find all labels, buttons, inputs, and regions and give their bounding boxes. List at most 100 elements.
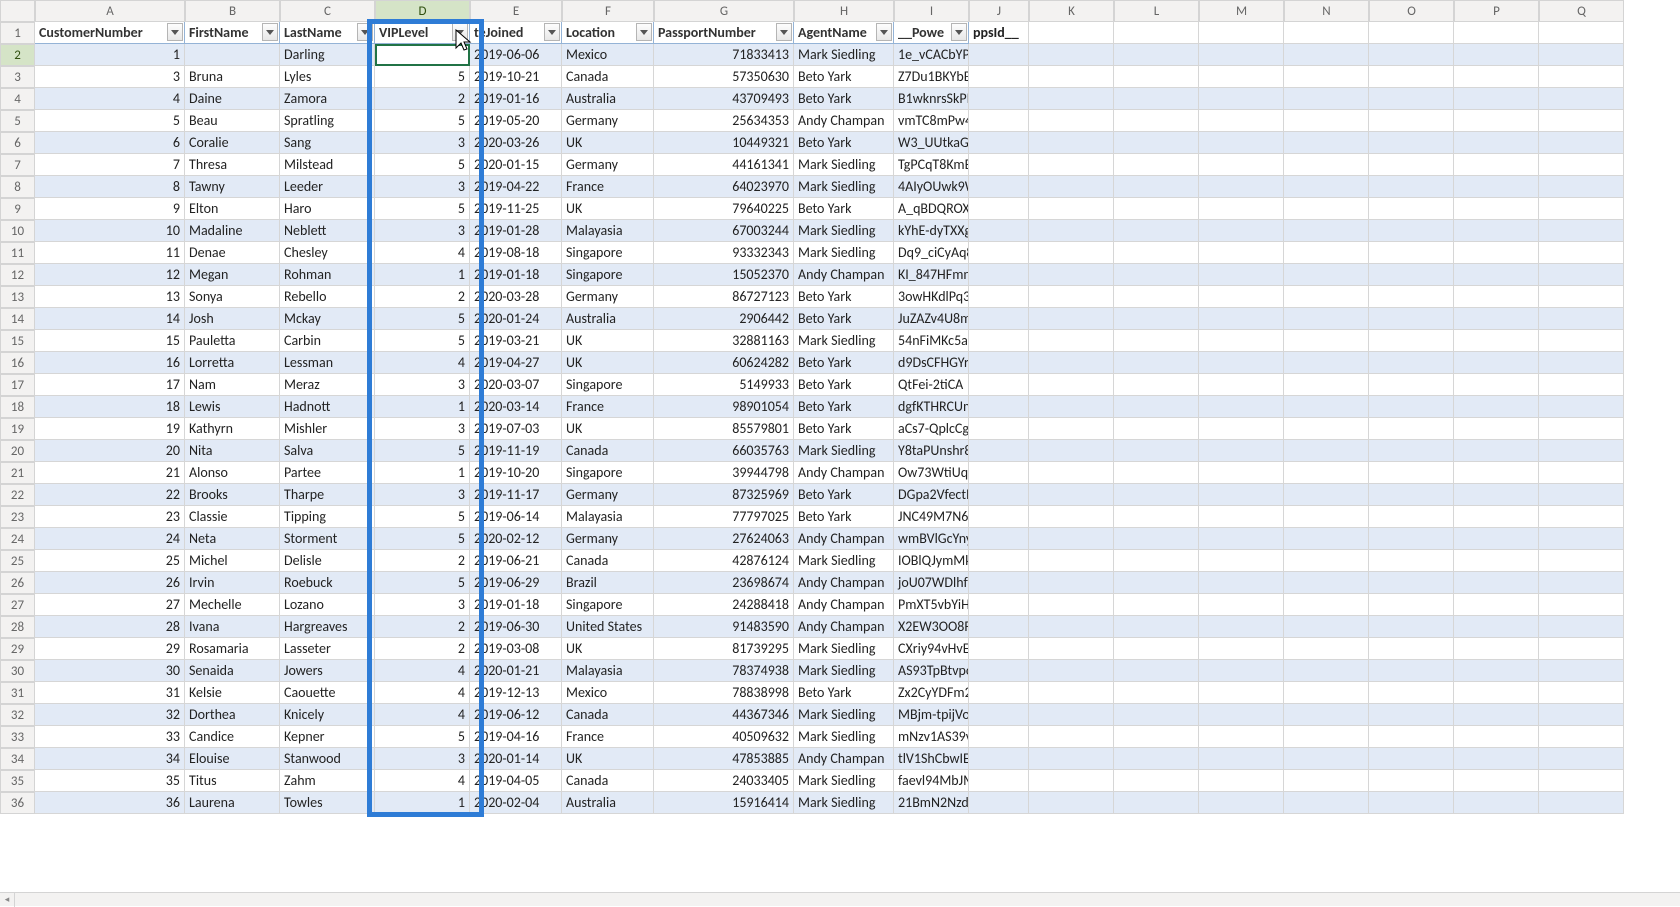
cell-M9[interactable] bbox=[1199, 198, 1284, 220]
cell-K5[interactable] bbox=[1029, 110, 1114, 132]
row-header-16[interactable]: 16 bbox=[0, 352, 35, 374]
filter-dropdown-icon[interactable] bbox=[452, 23, 468, 41]
column-header-I[interactable]: I bbox=[894, 0, 969, 22]
cell-L14[interactable] bbox=[1114, 308, 1199, 330]
cell-F8[interactable]: France bbox=[562, 176, 654, 198]
cell-Q22[interactable] bbox=[1539, 484, 1624, 506]
cell-N35[interactable] bbox=[1284, 770, 1369, 792]
cell-L10[interactable] bbox=[1114, 220, 1199, 242]
cell-E30[interactable]: 2020-01-21 bbox=[470, 660, 562, 682]
cell-P29[interactable] bbox=[1454, 638, 1539, 660]
cell-H17[interactable]: Beto Yark bbox=[794, 374, 894, 396]
cell-C10[interactable]: Neblett bbox=[280, 220, 375, 242]
cell-P4[interactable] bbox=[1454, 88, 1539, 110]
cell-K23[interactable] bbox=[1029, 506, 1114, 528]
cell-F33[interactable]: France bbox=[562, 726, 654, 748]
cell-H14[interactable]: Beto Yark bbox=[794, 308, 894, 330]
cell-M24[interactable] bbox=[1199, 528, 1284, 550]
cell-F19[interactable]: UK bbox=[562, 418, 654, 440]
cell-Q33[interactable] bbox=[1539, 726, 1624, 748]
cell-K22[interactable] bbox=[1029, 484, 1114, 506]
cell-Q16[interactable] bbox=[1539, 352, 1624, 374]
cell-I28[interactable]: X2EW3OO8FtM bbox=[894, 616, 969, 638]
cell-A21[interactable]: 21 bbox=[35, 462, 185, 484]
cell-D2[interactable] bbox=[375, 44, 470, 66]
cell-A27[interactable]: 27 bbox=[35, 594, 185, 616]
cell-M11[interactable] bbox=[1199, 242, 1284, 264]
cell-E29[interactable]: 2019-03-08 bbox=[470, 638, 562, 660]
column-header-D[interactable]: D bbox=[375, 0, 470, 22]
cell-I30[interactable]: AS93TpBtvpo bbox=[894, 660, 969, 682]
cell-D30[interactable]: 4 bbox=[375, 660, 470, 682]
cell-G9[interactable]: 79640225 bbox=[654, 198, 794, 220]
cell-E17[interactable]: 2020-03-07 bbox=[470, 374, 562, 396]
cell-C17[interactable]: Meraz bbox=[280, 374, 375, 396]
cell-Q25[interactable] bbox=[1539, 550, 1624, 572]
cell-A34[interactable]: 34 bbox=[35, 748, 185, 770]
cell-Q8[interactable] bbox=[1539, 176, 1624, 198]
cell-J33[interactable] bbox=[969, 726, 1029, 748]
cell-O18[interactable] bbox=[1369, 396, 1454, 418]
cell-E2[interactable]: 2019-06-06 bbox=[470, 44, 562, 66]
cell-G36[interactable]: 15916414 bbox=[654, 792, 794, 814]
cell-F13[interactable]: Germany bbox=[562, 286, 654, 308]
cell-A30[interactable]: 30 bbox=[35, 660, 185, 682]
cell-F17[interactable]: Singapore bbox=[562, 374, 654, 396]
cell-O24[interactable] bbox=[1369, 528, 1454, 550]
cell-C22[interactable]: Tharpe bbox=[280, 484, 375, 506]
cell-B9[interactable]: Elton bbox=[185, 198, 280, 220]
cell-D28[interactable]: 2 bbox=[375, 616, 470, 638]
cell-J36[interactable] bbox=[969, 792, 1029, 814]
cell-I25[interactable]: IOBlQJymMkY bbox=[894, 550, 969, 572]
cell-N27[interactable] bbox=[1284, 594, 1369, 616]
cell-F7[interactable]: Germany bbox=[562, 154, 654, 176]
cell-N8[interactable] bbox=[1284, 176, 1369, 198]
cell-I23[interactable]: JNC49M7N65M bbox=[894, 506, 969, 528]
cell-O23[interactable] bbox=[1369, 506, 1454, 528]
cell-P16[interactable] bbox=[1454, 352, 1539, 374]
cell-Q7[interactable] bbox=[1539, 154, 1624, 176]
cell-I35[interactable]: faevl94MbJM bbox=[894, 770, 969, 792]
cell-L2[interactable] bbox=[1114, 44, 1199, 66]
cell-K7[interactable] bbox=[1029, 154, 1114, 176]
cell-I4[interactable]: B1wknrsSkPI bbox=[894, 88, 969, 110]
row-header-10[interactable]: 10 bbox=[0, 220, 35, 242]
cell-B35[interactable]: Titus bbox=[185, 770, 280, 792]
cell-A13[interactable]: 13 bbox=[35, 286, 185, 308]
cell-K21[interactable] bbox=[1029, 462, 1114, 484]
cell-M17[interactable] bbox=[1199, 374, 1284, 396]
row-header-1[interactable]: 1 bbox=[0, 22, 35, 44]
cell-F35[interactable]: Canada bbox=[562, 770, 654, 792]
row-header-30[interactable]: 30 bbox=[0, 660, 35, 682]
cell-J26[interactable] bbox=[969, 572, 1029, 594]
cell-Q14[interactable] bbox=[1539, 308, 1624, 330]
cell-E4[interactable]: 2019-01-16 bbox=[470, 88, 562, 110]
cell-M23[interactable] bbox=[1199, 506, 1284, 528]
cell-Q32[interactable] bbox=[1539, 704, 1624, 726]
cell-B13[interactable]: Sonya bbox=[185, 286, 280, 308]
row-header-28[interactable]: 28 bbox=[0, 616, 35, 638]
cell-O6[interactable] bbox=[1369, 132, 1454, 154]
cell-F16[interactable]: UK bbox=[562, 352, 654, 374]
cell-I34[interactable]: tlV1ShCbwIE bbox=[894, 748, 969, 770]
cell-D33[interactable]: 5 bbox=[375, 726, 470, 748]
cell-M26[interactable] bbox=[1199, 572, 1284, 594]
cell-A28[interactable]: 28 bbox=[35, 616, 185, 638]
cell-I14[interactable]: JuZAZv4U8mE bbox=[894, 308, 969, 330]
cell-Q9[interactable] bbox=[1539, 198, 1624, 220]
cell-A9[interactable]: 9 bbox=[35, 198, 185, 220]
cell-J31[interactable] bbox=[969, 682, 1029, 704]
row-header-12[interactable]: 12 bbox=[0, 264, 35, 286]
cell-I15[interactable]: 54nFiMKc5ag bbox=[894, 330, 969, 352]
cell-P3[interactable] bbox=[1454, 66, 1539, 88]
header-cell-D[interactable]: VIPLevel bbox=[375, 22, 470, 44]
cell-L13[interactable] bbox=[1114, 286, 1199, 308]
cell-I29[interactable]: CXriy94vHvE bbox=[894, 638, 969, 660]
cell-Q5[interactable] bbox=[1539, 110, 1624, 132]
cell-L18[interactable] bbox=[1114, 396, 1199, 418]
cell-A4[interactable]: 4 bbox=[35, 88, 185, 110]
cell-K14[interactable] bbox=[1029, 308, 1114, 330]
cell-G19[interactable]: 85579801 bbox=[654, 418, 794, 440]
cell-N6[interactable] bbox=[1284, 132, 1369, 154]
cell-P31[interactable] bbox=[1454, 682, 1539, 704]
